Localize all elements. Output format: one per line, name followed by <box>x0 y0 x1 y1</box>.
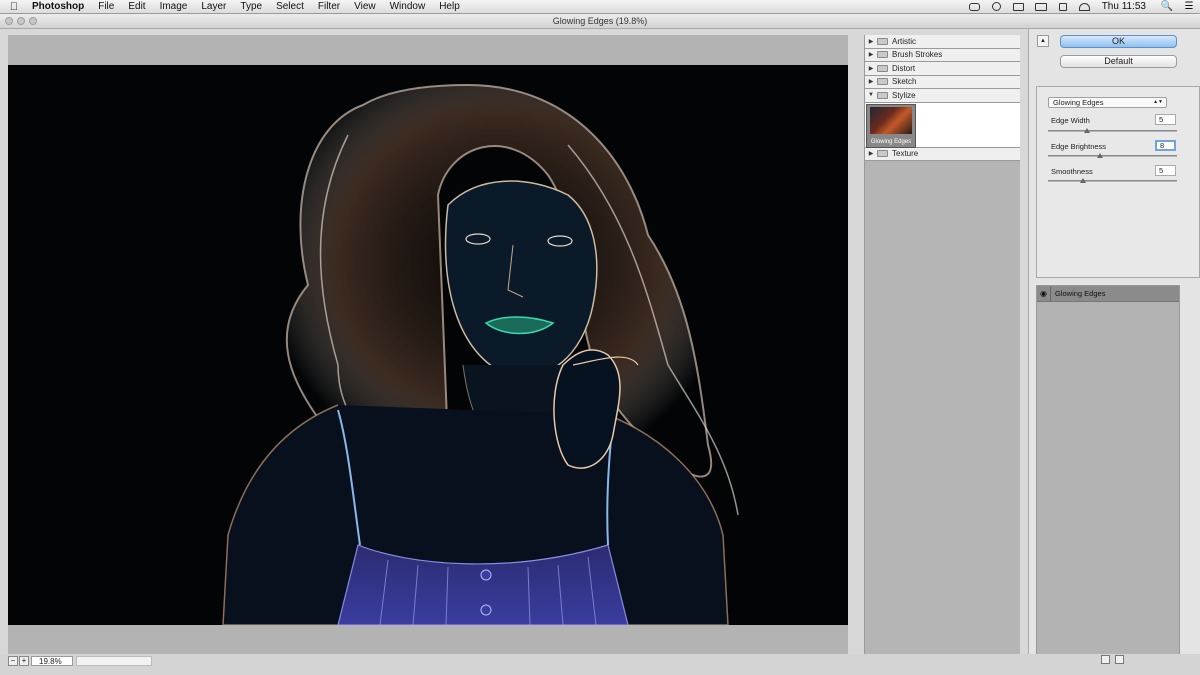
apple-menu-icon[interactable]:  <box>0 1 28 13</box>
spotlight-icon[interactable]: 🔍 <box>1156 0 1178 14</box>
disclosure-right-icon: ▶ <box>868 38 874 45</box>
menu-clock[interactable]: Thu 11:53 <box>1096 1 1156 12</box>
delete-effect-layer-button[interactable] <box>1115 655 1124 664</box>
thumbnail-image <box>870 106 912 134</box>
disclosure-down-icon: ▼ <box>868 92 874 99</box>
select-arrows-icon: ▲▼ <box>1153 99 1163 105</box>
menu-edit[interactable]: Edit <box>121 1 152 12</box>
window-titlebar: Glowing Edges (19.8%) <box>0 14 1200 29</box>
app-menu[interactable]: Photoshop <box>28 1 91 12</box>
bluetooth-icon[interactable] <box>1008 0 1030 14</box>
ok-button[interactable]: OK <box>1060 35 1177 48</box>
folder-label: Distort <box>892 63 916 73</box>
edge-width-input[interactable]: 5 <box>1155 114 1176 125</box>
zoom-out-button[interactable]: − <box>8 656 18 666</box>
folder-sketch[interactable]: ▶ Sketch <box>865 75 1020 89</box>
menu-filter[interactable]: Filter <box>311 1 347 12</box>
edge-brightness-slider[interactable] <box>1048 153 1177 158</box>
stylize-thumbnails: Glowing Edges <box>865 102 1020 148</box>
wifi-icon[interactable] <box>1074 0 1096 14</box>
filter-thumbnail-glowing-edges[interactable]: Glowing Edges <box>866 103 916 148</box>
smoothness-input[interactable]: 5 <box>1155 165 1176 176</box>
slider-thumb[interactable] <box>1079 178 1086 183</box>
menu-layer[interactable]: Layer <box>194 1 233 12</box>
glowing-edges-portrait <box>222 83 739 625</box>
menu-file[interactable]: File <box>91 1 121 12</box>
settings-panel: ▲ OK Default Glowing Edges ▲▼ Edge Width… <box>1028 29 1200 675</box>
close-window-button[interactable] <box>5 17 13 25</box>
folder-icon <box>877 37 888 45</box>
zoom-level-field[interactable]: 19.8% <box>31 656 73 666</box>
folder-artistic[interactable]: ▶ Artistic <box>865 35 1020 49</box>
folder-icon <box>877 51 888 59</box>
layer-actions <box>1101 655 1124 664</box>
filter-select[interactable]: Glowing Edges ▲▼ <box>1048 97 1167 108</box>
menu-window[interactable]: Window <box>383 1 433 12</box>
folder-label: Sketch <box>892 77 917 87</box>
edge-brightness-input[interactable]: 8 <box>1155 140 1176 151</box>
eye-icon[interactable]: ◉ <box>1037 286 1051 301</box>
effect-layers-list: ◉ Glowing Edges <box>1036 285 1180 665</box>
menu-image[interactable]: Image <box>153 1 195 12</box>
menu-type[interactable]: Type <box>233 1 269 12</box>
filter-select-value: Glowing Edges <box>1053 98 1104 107</box>
new-effect-layer-button[interactable] <box>1101 655 1110 664</box>
disclosure-right-icon: ▶ <box>868 151 874 158</box>
zoom-window-button[interactable] <box>29 17 37 25</box>
effect-layer-name: Glowing Edges <box>1055 289 1106 298</box>
menu-select[interactable]: Select <box>269 1 311 12</box>
user-icon[interactable] <box>1052 0 1074 14</box>
folder-texture[interactable]: ▶ Texture <box>865 147 1020 161</box>
zoom-level-value: 19.8% <box>39 657 62 666</box>
shield-icon[interactable] <box>964 0 986 14</box>
disclosure-right-icon: ▶ <box>868 65 874 72</box>
edge-width-label: Edge Width <box>1051 116 1090 125</box>
edge-width-slider[interactable] <box>1048 128 1177 133</box>
folder-brush-strokes[interactable]: ▶ Brush Strokes <box>865 48 1020 62</box>
window-controls <box>5 17 37 25</box>
zoom-in-button[interactable]: + <box>19 656 29 666</box>
filter-gallery-window: Glowing Edges (19.8%) ▶ Artistic ▶ Brush… <box>0 14 1200 675</box>
slider-thumb[interactable] <box>1083 128 1090 133</box>
default-button[interactable]: Default <box>1060 55 1177 68</box>
smoothness-label: Smoothness <box>1051 167 1093 176</box>
status-bar: − + 19.8% <box>0 654 1200 675</box>
time-machine-icon[interactable] <box>986 0 1008 14</box>
thumbnail-label: Glowing Edges <box>870 138 912 145</box>
folder-open-icon <box>877 91 888 99</box>
folder-label: Artistic <box>892 36 916 46</box>
smoothness-slider[interactable] <box>1048 178 1177 183</box>
horizontal-scrollbar[interactable] <box>76 656 152 666</box>
edge-brightness-label: Edge Brightness <box>1051 142 1107 151</box>
menu-help[interactable]: Help <box>432 1 467 12</box>
folder-label: Stylize <box>892 90 916 100</box>
folder-icon <box>877 78 888 86</box>
preview-image[interactable] <box>8 65 848 625</box>
menu-bar:  Photoshop File Edit Image Layer Type S… <box>0 0 1200 14</box>
filter-gallery-list: ▶ Artistic ▶ Brush Strokes ▶ Distort ▶ S… <box>864 35 1020 665</box>
folder-label: Brush Strokes <box>892 50 943 60</box>
folder-label: Texture <box>892 149 919 159</box>
folder-icon <box>877 150 888 158</box>
airplay-icon[interactable] <box>1030 0 1052 14</box>
folder-stylize[interactable]: ▼ Stylize <box>865 89 1020 103</box>
folder-icon <box>877 64 888 72</box>
minimize-window-button[interactable] <box>17 17 25 25</box>
menu-view[interactable]: View <box>347 1 383 12</box>
collapse-gallery-button[interactable]: ▲ <box>1037 35 1049 47</box>
filter-settings: Glowing Edges ▲▼ Edge Width 5 Edge Brigh… <box>1036 86 1200 278</box>
folder-distort[interactable]: ▶ Distort <box>865 62 1020 76</box>
slider-thumb[interactable] <box>1096 153 1103 158</box>
preview-area[interactable] <box>8 35 848 655</box>
notification-center-icon[interactable]: ☰ <box>1178 0 1200 14</box>
disclosure-right-icon: ▶ <box>868 79 874 86</box>
effect-layer[interactable]: ◉ Glowing Edges <box>1037 286 1179 302</box>
disclosure-right-icon: ▶ <box>868 52 874 59</box>
window-title: Glowing Edges (19.8%) <box>552 16 648 26</box>
